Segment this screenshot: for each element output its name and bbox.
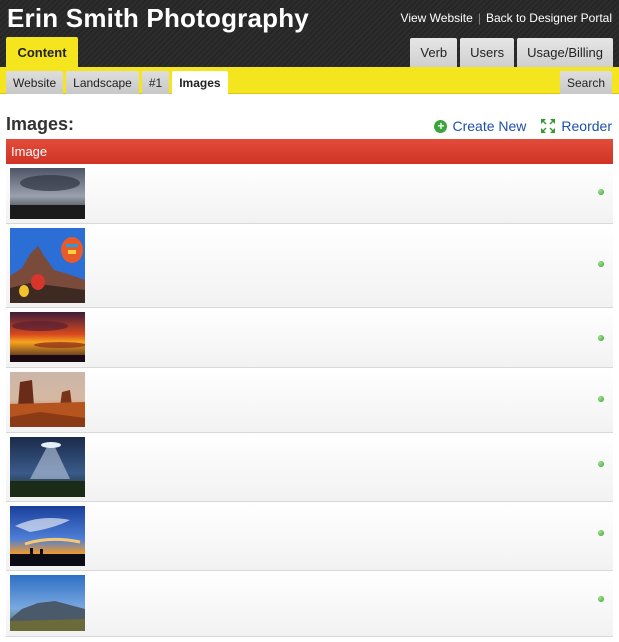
breadcrumb-landscape[interactable]: Landscape [66, 71, 139, 94]
table-row[interactable] [6, 308, 613, 368]
page-title: Images: [6, 114, 75, 134]
tab-users[interactable]: Users [460, 38, 515, 67]
back-to-designer-portal-link[interactable]: Back to Designer Portal [486, 11, 612, 25]
status-icon [598, 530, 604, 536]
search-button[interactable]: Search [559, 71, 612, 94]
right-tabs: Verb Users Usage/Billing [410, 38, 613, 67]
status-icon [598, 396, 604, 402]
thumbnail-image[interactable] [10, 228, 85, 303]
app-header: Erin Smith Photography View Website | Back… [0, 0, 619, 67]
thumbnail-image[interactable] [10, 437, 85, 497]
table-row[interactable] [6, 368, 613, 433]
thumbnail-image[interactable] [10, 168, 85, 219]
reorder-button[interactable]: Reorder [540, 118, 612, 134]
view-website-link[interactable]: View Website [401, 11, 473, 25]
status-icon [598, 261, 604, 267]
images-table: Image [6, 139, 613, 637]
create-new-label: Create New [452, 118, 527, 134]
thumbnail-image[interactable] [10, 312, 85, 362]
thumbnail-image[interactable] [10, 506, 85, 566]
top-links: View Website | Back to Designer Portal [401, 11, 612, 25]
status-icon [598, 189, 604, 195]
sub-navigation: Website Landscape #1 Images Search [0, 67, 619, 94]
actions-bar: + Create New Reorder [434, 118, 612, 134]
tab-verb[interactable]: Verb [410, 38, 458, 67]
plus-circle-icon: + [434, 119, 448, 133]
tab-content[interactable]: Content [6, 37, 78, 67]
thumbnail-image[interactable] [10, 575, 85, 631]
table-row[interactable] [6, 224, 613, 308]
reorder-arrows-icon [541, 119, 556, 133]
thumbnail-image[interactable] [10, 372, 85, 427]
table-row[interactable] [6, 502, 613, 571]
table-row[interactable] [6, 571, 613, 637]
tab-usage-billing[interactable]: Usage/Billing [517, 38, 613, 67]
reorder-label: Reorder [561, 118, 612, 134]
breadcrumb-website[interactable]: Website [6, 71, 64, 94]
link-separator: | [477, 11, 481, 25]
table-row[interactable] [6, 433, 613, 502]
breadcrumb: Website Landscape #1 Images [6, 71, 228, 94]
status-icon [598, 596, 604, 602]
site-title: Erin Smith Photography [7, 3, 309, 33]
breadcrumb-number-1[interactable]: #1 [141, 71, 170, 94]
breadcrumb-images[interactable]: Images [172, 71, 228, 94]
table-row[interactable] [6, 164, 613, 224]
create-new-button[interactable]: + Create New [434, 118, 526, 134]
status-icon [598, 335, 604, 341]
status-icon [598, 461, 604, 467]
table-header-image: Image [6, 139, 613, 164]
